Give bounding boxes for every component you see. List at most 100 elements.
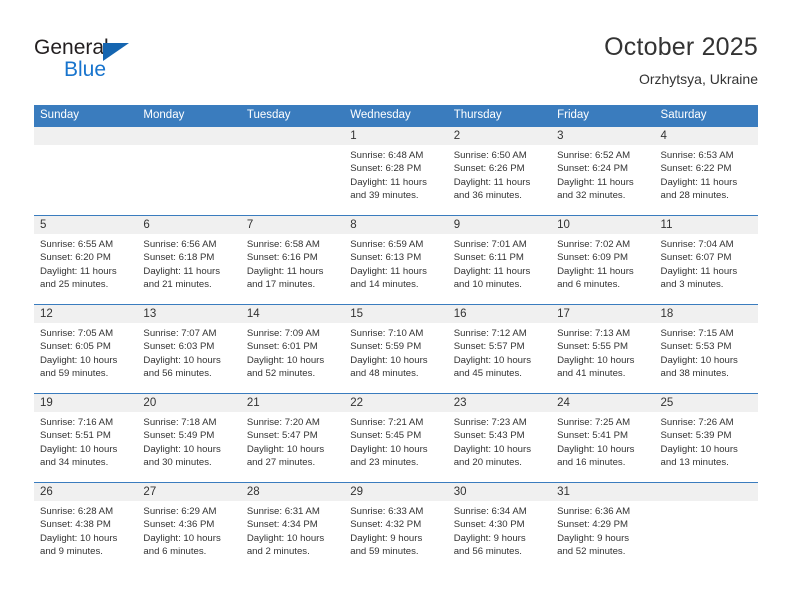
logo-text-general: General: [34, 36, 109, 59]
calendar-day-cell[interactable]: 8 Sunrise: 6:59 AM Sunset: 6:13 PM Daylight…: [344, 215, 448, 305]
daylight-text-line1: Daylight: 11 hours: [350, 176, 427, 188]
calendar-day-cell[interactable]: 27 Sunrise: 6:29 AM Sunset: 4:36 PM Dayligh…: [137, 482, 241, 572]
calendar-day-cell[interactable]: 14 Sunrise: 7:09 AM Sunset: 6:01 PM Dayligh…: [240, 304, 345, 394]
calendar-day-cell[interactable]: 24 Sunrise: 7:25 AM Sunset: 5:41 PM Dayligh…: [551, 393, 655, 483]
calendar-day-cell[interactable]: 4 Sunrise: 6:53 AM Sunset: 6:22 PM Daylight…: [654, 126, 758, 216]
daylight-text-line2: and 36 minutes.: [453, 190, 522, 202]
calendar-day-cell[interactable]: 6 Sunrise: 6:56 AM Sunset: 6:18 PM Daylight…: [137, 215, 241, 305]
calendar-day-cell[interactable]: 26 Sunrise: 6:28 AM Sunset: 4:38 PM Dayligh…: [34, 482, 138, 572]
calendar-day-cell[interactable]: 17 Sunrise: 7:13 AM Sunset: 5:55 PM Dayligh…: [551, 304, 655, 394]
sunset-text: Sunset: 6:09 PM: [557, 252, 629, 264]
daylight-text-line2: and 52 minutes.: [557, 546, 626, 558]
sunset-text: Sunset: 5:43 PM: [453, 430, 525, 442]
daylight-text-line2: and 6 minutes.: [557, 279, 621, 291]
calendar-week-row: 5 Sunrise: 6:55 AM Sunset: 6:20 PM Daylight…: [34, 215, 758, 305]
calendar-day-cell[interactable]: 2 Sunrise: 6:50 AM Sunset: 6:26 PM Daylight…: [447, 126, 552, 216]
sunset-text: Sunset: 4:29 PM: [557, 519, 629, 531]
day-sun-info: Sunrise: 6:29 AM Sunset: 4:36 PM Daylight:…: [137, 501, 240, 559]
sunrise-text: Sunrise: 6:31 AM: [246, 506, 320, 517]
calendar-day-cell[interactable]: 12 Sunrise: 7:05 AM Sunset: 6:05 PM Dayligh…: [34, 304, 138, 394]
daylight-text-line2: and 6 minutes.: [143, 546, 207, 558]
sunrise-text: Sunrise: 6:29 AM: [143, 506, 217, 517]
sunrise-text: Sunrise: 7:16 AM: [40, 417, 114, 428]
day-number: 10: [551, 216, 655, 234]
sunset-text: Sunset: 6:13 PM: [350, 252, 422, 264]
day-number: 14: [240, 305, 345, 323]
calendar-day-cell[interactable]: 15 Sunrise: 7:10 AM Sunset: 5:59 PM Dayligh…: [344, 304, 448, 394]
calendar-day-cell[interactable]: 22 Sunrise: 7:21 AM Sunset: 5:45 PM Dayligh…: [344, 393, 448, 483]
day-number: 31: [551, 483, 655, 501]
day-number: 17: [551, 305, 655, 323]
sunrise-text: Sunrise: 7:26 AM: [660, 417, 734, 428]
daylight-text-line1: Daylight: 11 hours: [40, 265, 117, 277]
sunrise-text: Sunrise: 7:04 AM: [660, 239, 734, 250]
day-sun-info: Sunrise: 7:05 AM Sunset: 6:05 PM Daylight:…: [34, 323, 137, 381]
calendar-day-cell[interactable]: 30 Sunrise: 6:34 AM Sunset: 4:30 PM Dayligh…: [447, 482, 552, 572]
calendar-day-cell[interactable]: 28 Sunrise: 6:31 AM Sunset: 4:34 PM Dayligh…: [240, 482, 345, 572]
daylight-text-line1: Daylight: 10 hours: [246, 443, 325, 455]
day-sun-info: Sunrise: 6:59 AM Sunset: 6:13 PM Daylight:…: [344, 234, 447, 292]
sunrise-text: Sunrise: 7:23 AM: [453, 417, 527, 428]
sunset-text: Sunset: 6:01 PM: [246, 341, 318, 353]
daylight-text-line2: and 23 minutes.: [350, 457, 419, 469]
day-sun-info: Sunrise: 7:16 AM Sunset: 5:51 PM Daylight:…: [34, 412, 137, 470]
day-number: 23: [447, 394, 552, 412]
day-number: 26: [34, 483, 138, 501]
calendar-day-cell[interactable]: 31 Sunrise: 6:36 AM Sunset: 4:29 PM Dayligh…: [551, 482, 655, 572]
calendar-week-row: 1 Sunrise: 6:48 AM Sunset: 6:28 PM Daylight…: [34, 126, 758, 216]
daylight-text-line1: Daylight: 10 hours: [350, 443, 428, 455]
logo-text-blue: Blue: [64, 58, 107, 81]
daylight-text-line2: and 16 minutes.: [557, 457, 626, 469]
day-number: 18: [654, 305, 758, 323]
sunset-text: Sunset: 6:28 PM: [350, 163, 422, 175]
calendar-day-cell[interactable]: 3 Sunrise: 6:52 AM Sunset: 6:24 PM Daylight…: [551, 126, 655, 216]
calendar-day-cell[interactable]: 23 Sunrise: 7:23 AM Sunset: 5:43 PM Dayligh…: [447, 393, 552, 483]
day-sun-info: Sunrise: 6:36 AM Sunset: 4:29 PM Daylight:…: [551, 501, 654, 559]
daylight-text-line1: Daylight: 10 hours: [660, 443, 738, 455]
day-sun-info: Sunrise: 7:02 AM Sunset: 6:09 PM Daylight:…: [551, 234, 654, 292]
weekday-header-row: Sunday Monday Tuesday Wednesday Thursday…: [34, 105, 758, 127]
daylight-text-line2: and 34 minutes.: [40, 457, 109, 469]
calendar-day-cell[interactable]: 21 Sunrise: 7:20 AM Sunset: 5:47 PM Dayligh…: [240, 393, 345, 483]
daylight-text-line2: and 28 minutes.: [660, 190, 729, 202]
sunset-text: Sunset: 6:22 PM: [660, 163, 732, 175]
calendar-day-cell[interactable]: 13 Sunrise: 7:07 AM Sunset: 6:03 PM Dayligh…: [137, 304, 241, 394]
day-number: 19: [34, 394, 138, 412]
calendar-day-cell[interactable]: 9 Sunrise: 7:01 AM Sunset: 6:11 PM Daylight…: [447, 215, 552, 305]
sunrise-text: Sunrise: 7:10 AM: [350, 328, 424, 339]
weekday-header-saturday: Saturday: [654, 105, 758, 127]
day-sun-info: Sunrise: 7:20 AM Sunset: 5:47 PM Daylight:…: [241, 412, 344, 470]
daylight-text-line2: and 21 minutes.: [143, 279, 212, 291]
calendar-day-cell[interactable]: 1 Sunrise: 6:48 AM Sunset: 6:28 PM Daylight…: [344, 126, 448, 216]
day-number: 2: [447, 127, 552, 145]
weekday-header-friday: Friday: [551, 105, 655, 127]
calendar-day-cell[interactable]: 7 Sunrise: 6:58 AM Sunset: 6:16 PM Daylight…: [240, 215, 345, 305]
daylight-text-line2: and 10 minutes.: [453, 279, 522, 291]
calendar-day-cell[interactable]: 18 Sunrise: 7:15 AM Sunset: 5:53 PM Dayligh…: [654, 304, 758, 394]
generalblue-logo[interactable]: General Blue: [34, 36, 214, 86]
daylight-text-line1: Daylight: 10 hours: [40, 354, 118, 366]
weekday-header-monday: Monday: [137, 105, 241, 127]
daylight-text-line2: and 27 minutes.: [246, 457, 316, 469]
calendar-day-cell[interactable]: 10 Sunrise: 7:02 AM Sunset: 6:09 PM Dayligh…: [551, 215, 655, 305]
sunrise-text: Sunrise: 6:36 AM: [557, 506, 631, 517]
daylight-text-line2: and 17 minutes.: [246, 279, 316, 291]
calendar-day-cell[interactable]: 19 Sunrise: 7:16 AM Sunset: 5:51 PM Dayligh…: [34, 393, 138, 483]
day-number: 21: [240, 394, 345, 412]
calendar-day-cell[interactable]: 29 Sunrise: 6:33 AM Sunset: 4:32 PM Dayligh…: [344, 482, 448, 572]
sunset-text: Sunset: 6:11 PM: [453, 252, 524, 264]
day-number: [34, 127, 138, 145]
day-number: 15: [344, 305, 448, 323]
day-sun-info: Sunrise: 7:23 AM Sunset: 5:43 PM Daylight:…: [448, 412, 551, 470]
sunrise-text: Sunrise: 6:34 AM: [453, 506, 527, 517]
daylight-text-line2: and 2 minutes.: [246, 546, 310, 558]
sunset-text: Sunset: 5:57 PM: [453, 341, 525, 353]
calendar-day-cell[interactable]: 5 Sunrise: 6:55 AM Sunset: 6:20 PM Daylight…: [34, 215, 138, 305]
sunset-text: Sunset: 4:30 PM: [453, 519, 525, 531]
calendar-day-cell[interactable]: 20 Sunrise: 7:18 AM Sunset: 5:49 PM Dayligh…: [137, 393, 241, 483]
calendar-day-cell[interactable]: 11 Sunrise: 7:04 AM Sunset: 6:07 PM Dayligh…: [654, 215, 758, 305]
calendar-day-cell[interactable]: 16 Sunrise: 7:12 AM Sunset: 5:57 PM Dayligh…: [447, 304, 552, 394]
weekday-header-thursday: Thursday: [447, 105, 552, 127]
daylight-text-line1: Daylight: 9 hours: [453, 532, 526, 544]
calendar-day-cell[interactable]: 25 Sunrise: 7:26 AM Sunset: 5:39 PM Dayligh…: [654, 393, 758, 483]
